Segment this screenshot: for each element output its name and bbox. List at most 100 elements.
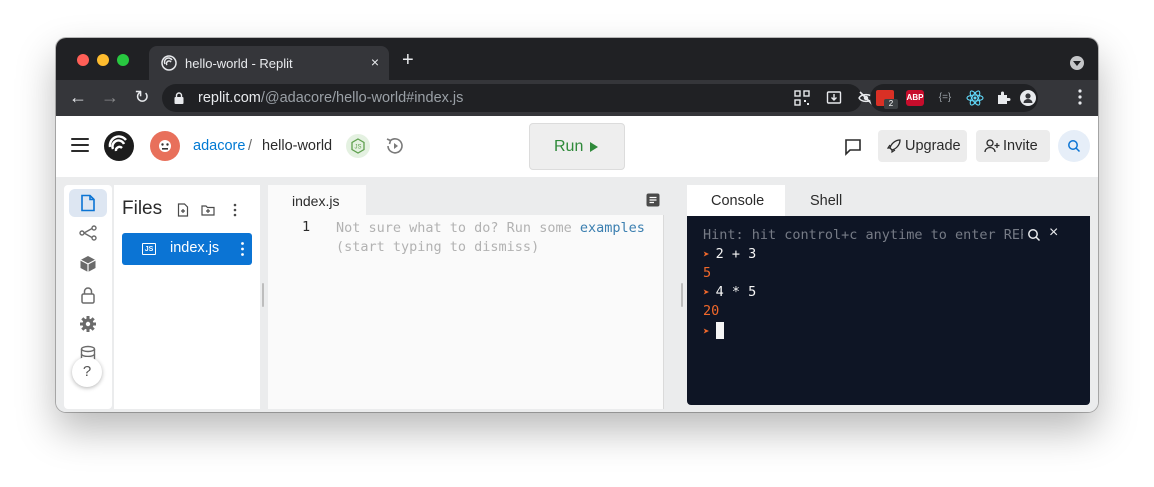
sidebar-item-settings[interactable] — [69, 310, 107, 338]
sidebar-item-version-control[interactable] — [69, 219, 107, 247]
panel-tab-bar: Console Shell — [687, 185, 1090, 216]
maximize-window-button[interactable] — [117, 54, 129, 66]
package-icon — [80, 256, 96, 272]
editor-placeholder: Not sure what to do? Run some examples (… — [336, 219, 645, 257]
console-output-line: 20 — [703, 303, 720, 319]
console-output-line: 5 — [703, 265, 712, 281]
search-icon — [1068, 140, 1081, 153]
help-button[interactable]: ? — [72, 357, 102, 387]
console-input-line: ➤ 4 * 5 — [703, 284, 756, 300]
url-path: /@adacore/hello-world#index.js — [260, 90, 464, 106]
hamburger-menu-icon[interactable] — [71, 138, 89, 152]
sidebar-item-packages[interactable] — [69, 250, 107, 278]
tab-index-js[interactable]: index.js — [268, 185, 366, 215]
forward-arrow-icon[interactable]: → — [100, 87, 120, 107]
files-resize-handle[interactable] — [262, 283, 264, 307]
minimize-window-button[interactable] — [97, 54, 109, 66]
files-more-icon[interactable] — [228, 203, 242, 217]
file-more-icon[interactable] — [241, 242, 244, 256]
user-avatar[interactable] — [150, 131, 180, 161]
upgrade-button[interactable]: Upgrade — [878, 130, 967, 162]
sidebar-item-files[interactable] — [69, 189, 107, 217]
extensions-area: 2 ABP {=} — [870, 84, 1038, 112]
url-text: replit.com/@adacore/hello-world#index.js — [198, 90, 463, 106]
console-output[interactable]: Hint: hit control+c anytime to enter REP… — [687, 216, 1090, 405]
new-tab-button[interactable]: + — [402, 50, 414, 70]
console-tab-label: Console — [711, 193, 765, 209]
file-item-index-js[interactable]: JS index.js — [122, 233, 252, 265]
replit-logo-icon[interactable] — [103, 130, 135, 162]
tab-search-icon[interactable] — [1070, 56, 1084, 70]
run-button[interactable]: Run — [529, 123, 625, 170]
editor-tab-bar: index.js — [268, 185, 664, 215]
back-arrow-icon[interactable]: ← — [68, 87, 88, 107]
browser-tab-bar: hello-world - Replit × + — [56, 38, 1098, 80]
close-window-button[interactable] — [77, 54, 89, 66]
search-button[interactable] — [1058, 130, 1090, 162]
nodejs-language-icon[interactable]: JS — [346, 134, 370, 158]
console-input-line: ➤ 2 + 3 — [703, 246, 756, 262]
repl-name[interactable]: hello-world — [262, 138, 332, 154]
editor-resize-handle[interactable] — [681, 283, 683, 307]
close-tab-icon[interactable]: × — [371, 54, 379, 70]
extensions-puzzle-icon[interactable] — [996, 90, 1012, 106]
hint-text: Not sure what to do? Run some — [336, 220, 580, 236]
text-cursor — [715, 322, 724, 339]
output-panel: Console Shell Hint: hit control+c anytim… — [687, 185, 1090, 409]
lock-icon — [81, 287, 95, 304]
console-input: 2 + 3 — [715, 246, 757, 262]
add-user-icon — [984, 139, 1000, 153]
file-icon — [81, 194, 95, 212]
replit-app: adacore / hello-world JS Run Upgrade Inv… — [56, 116, 1098, 412]
replit-favicon-icon — [161, 55, 177, 71]
address-bar[interactable]: replit.com/@adacore/hello-world#index.js — [162, 84, 906, 112]
qr-code-icon[interactable] — [794, 90, 810, 106]
install-app-icon[interactable] — [826, 90, 842, 106]
js-file-icon: JS — [142, 243, 156, 255]
breadcrumb-separator: / — [248, 138, 253, 154]
rocket-icon — [887, 139, 901, 153]
invite-button[interactable]: Invite — [976, 130, 1050, 162]
browser-menu-icon[interactable] — [1078, 88, 1082, 106]
app-header: adacore / hello-world JS Run Upgrade Inv… — [56, 116, 1098, 177]
console-close-icon[interactable]: × — [1049, 224, 1058, 242]
history-icon[interactable] — [384, 135, 406, 157]
hint-dismiss-text: (start typing to dismiss) — [336, 239, 540, 255]
react-devtools-icon[interactable] — [966, 90, 984, 106]
git-branch-icon — [79, 225, 97, 241]
prompt-icon: ➤ — [703, 324, 710, 338]
sidebar-item-secrets[interactable] — [69, 281, 107, 309]
gear-icon — [80, 316, 96, 332]
play-icon — [590, 142, 598, 152]
avatar-face-icon — [159, 140, 171, 152]
adblock-plus-icon[interactable]: ABP — [906, 90, 924, 106]
browser-tab[interactable]: hello-world - Replit × — [149, 46, 389, 80]
browser-toolbar: ← → ↻ replit.com/@adacore/hello-world#in… — [56, 80, 1098, 116]
console-prompt-line[interactable]: ➤ — [703, 322, 724, 339]
user-link[interactable]: adacore — [193, 138, 245, 154]
editor-text-area[interactable]: 1 Not sure what to do? Run some examples… — [268, 215, 664, 409]
browser-window: hello-world - Replit × + ← → ↻ replit.co… — [56, 38, 1098, 412]
chat-icon[interactable] — [844, 138, 862, 156]
reload-icon[interactable]: ↻ — [132, 87, 152, 107]
add-file-icon[interactable] — [176, 203, 190, 217]
editor-options-icon[interactable] — [646, 193, 660, 207]
add-folder-icon[interactable] — [201, 203, 215, 217]
run-label: Run — [554, 138, 584, 155]
console-hint: Hint: hit control+c anytime to enter REP… — [703, 227, 1023, 243]
lock-icon — [174, 92, 184, 104]
console-search-icon[interactable] — [1027, 228, 1041, 242]
tab-console[interactable]: Console — [687, 185, 785, 216]
code-editor: index.js 1 Not sure what to do? Run some… — [268, 185, 664, 409]
files-title: Files — [122, 198, 163, 219]
svg-text:JS: JS — [354, 145, 361, 151]
console-input: 4 * 5 — [715, 284, 757, 300]
extension-braces-icon[interactable]: {=} — [936, 90, 954, 106]
profile-avatar-icon[interactable] — [1020, 90, 1036, 106]
examples-link[interactable]: examples — [580, 220, 645, 236]
file-name: index.js — [170, 240, 220, 256]
shell-tab-label: Shell — [810, 193, 843, 209]
tab-shell[interactable]: Shell — [785, 185, 865, 216]
upgrade-label: Upgrade — [905, 138, 961, 154]
line-number: 1 — [302, 219, 311, 235]
